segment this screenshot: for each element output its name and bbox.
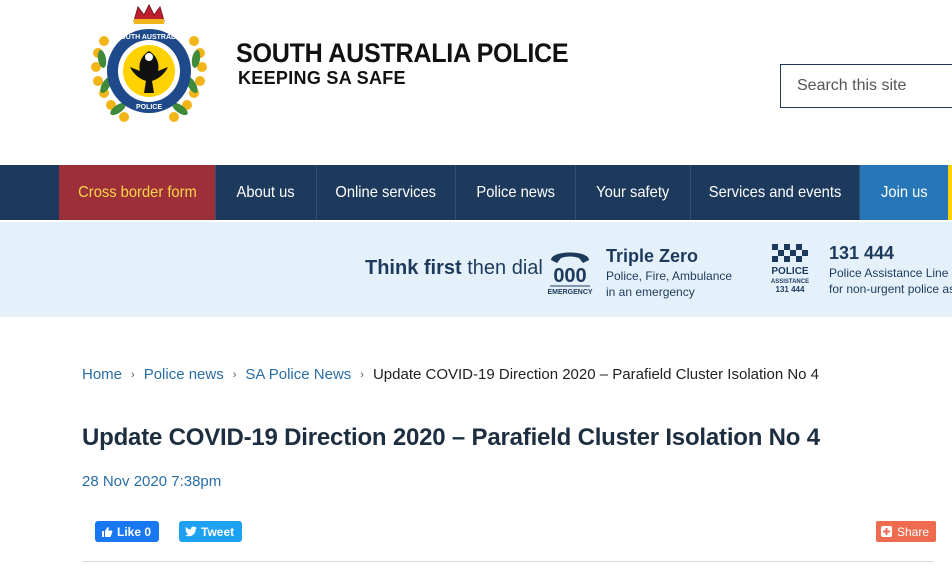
assistance-line-1: Police Assistance Line (829, 266, 949, 280)
assistance-icon-word: POLICE (771, 266, 809, 277)
nav-item-cross-border-form[interactable]: Cross border form (59, 165, 216, 220)
facebook-like-button[interactable]: Like 0 (95, 521, 160, 542)
tweet-button[interactable]: Tweet (179, 521, 243, 542)
emergency-banner: Think first then dial 000 EMERGENCY Trip… (0, 222, 952, 317)
like-label: Like 0 (117, 524, 152, 539)
assistance-title: 131 444 (829, 243, 895, 263)
police-assistance-131444-icon[interactable]: POLICE ASSISTANCE 131 444 (770, 244, 810, 296)
think-first-text: Think first (365, 257, 462, 279)
nav-spacer (0, 165, 59, 220)
nav-item-your-safety[interactable]: Your safety (576, 165, 691, 220)
breadcrumb-separator-icon: › (232, 368, 237, 381)
triple-zero-line-2: in an emergency (606, 285, 695, 299)
search-input[interactable] (780, 64, 952, 108)
breadcrumb-separator-icon: › (131, 368, 135, 381)
breadcrumb-home[interactable]: Home (82, 366, 122, 383)
nav-item-police-news[interactable]: Police news (456, 165, 576, 220)
then-dial-text: then dial (467, 257, 543, 279)
triple-zero-line-1: Police, Fire, Ambulance (606, 269, 733, 283)
thumbs-up-icon (102, 526, 113, 537)
site-header: SOUTH AUSTRALIA POLICE SOUTH AUSTRALIA P… (0, 0, 952, 165)
triple-zero-title: Triple Zero (606, 246, 699, 266)
twitter-bird-icon (185, 526, 197, 537)
nav-item-join-us[interactable]: Join us (860, 165, 948, 220)
assistance-icon-number: 131 444 (776, 285, 805, 294)
breadcrumb-sa-police-news[interactable]: SA Police News (245, 366, 351, 383)
nav-accent-bar (948, 165, 952, 220)
page-title: Update COVID-19 Direction 2020 – Parafie… (82, 424, 820, 451)
svg-text:POLICE: POLICE (136, 104, 162, 111)
breadcrumb: Home › Police news › SA Police News › Up… (82, 366, 819, 383)
breadcrumb-current: Update COVID-19 Direction 2020 – Parafie… (372, 366, 820, 383)
nav-item-online-services[interactable]: Online services (317, 165, 456, 220)
share-label: Share (897, 524, 930, 539)
plus-icon (881, 526, 892, 537)
tweet-label: Tweet (201, 524, 235, 539)
sa-police-crest-icon[interactable]: SOUTH AUSTRALIA POLICE (84, 1, 214, 129)
breadcrumb-police-news[interactable]: Police news (144, 366, 224, 383)
nav-item-services-and-events[interactable]: Services and events (691, 165, 860, 220)
breadcrumb-separator-icon: › (360, 368, 364, 381)
share-button[interactable]: Share (876, 521, 937, 542)
emergency-000-phone-icon[interactable]: 000 EMERGENCY (547, 246, 593, 296)
main-nav: Cross border form About us Online servic… (0, 165, 952, 220)
nav-item-about-us[interactable]: About us (216, 165, 317, 220)
assistance-line-2: for non-urgent police assistance (829, 282, 952, 296)
brand-tagline: KEEPING SA SAFE (238, 68, 406, 88)
think-first-message: Think first then dial (365, 257, 543, 280)
publish-date: 28 Nov 2020 7:38pm (82, 473, 222, 490)
emergency-icon-label: EMERGENCY (547, 289, 592, 296)
svg-text:SOUTH AUSTRALIA: SOUTH AUSTRALIA (116, 34, 183, 41)
content-divider (82, 561, 934, 562)
brand-title: SOUTH AUSTRALIA POLICE (236, 38, 569, 68)
emergency-icon-digits: 000 (553, 265, 586, 287)
